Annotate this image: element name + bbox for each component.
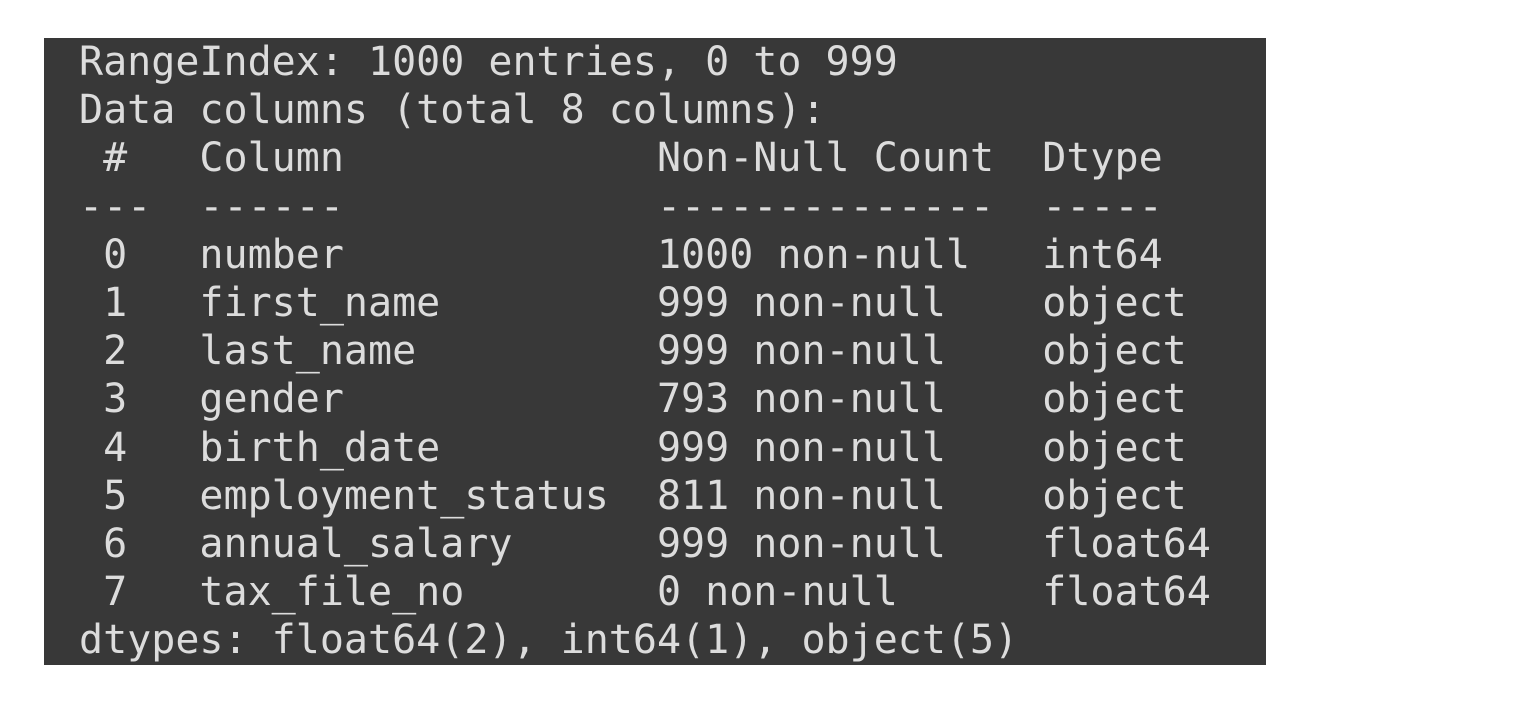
- row-column: employment_status: [199, 472, 609, 519]
- header-non-null: Non-Null Count: [656, 135, 995, 182]
- table-row: 3 gender 793 non-null object: [79, 375, 1266, 423]
- row-non-null: 999 non-null: [656, 279, 946, 326]
- row-non-null: 1000 non-null: [656, 231, 971, 278]
- row-column: birth_date: [199, 424, 441, 471]
- row-dtype: int64: [1042, 231, 1163, 278]
- table-row: 1 first_name 999 non-null object: [79, 279, 1266, 327]
- row-non-null: 999 non-null: [656, 328, 946, 375]
- row-column: number: [199, 231, 344, 278]
- row-non-null: 999 non-null: [656, 520, 946, 567]
- separator-column: ------: [199, 183, 344, 230]
- range-index-line: RangeIndex: 1000 entries, 0 to 999: [79, 39, 898, 85]
- table-row: 5 employment_status 811 non-null object: [79, 472, 1266, 520]
- row-column: first_name: [199, 279, 441, 326]
- row-column: last_name: [199, 328, 417, 375]
- table-row: 0 number 1000 non-null int64: [79, 231, 1266, 279]
- table-separator: --- ------ -------------- -----: [79, 183, 1266, 231]
- row-index: 4: [79, 424, 128, 471]
- row-index: 3: [79, 376, 128, 423]
- row-dtype: float64: [1042, 520, 1211, 567]
- table-row: 2 last_name 999 non-null object: [79, 327, 1266, 375]
- row-column: tax_file_no: [199, 569, 465, 616]
- row-non-null: 793 non-null: [656, 376, 946, 423]
- row-non-null: 811 non-null: [656, 472, 946, 519]
- table-header: # Column Non-Null Count Dtype: [79, 134, 1266, 182]
- row-column: annual_salary: [199, 520, 513, 567]
- row-index: 5: [79, 472, 128, 519]
- data-columns-line: Data columns (total 8 columns):: [79, 87, 826, 134]
- row-index: 7: [79, 569, 128, 616]
- row-dtype: object: [1042, 279, 1187, 326]
- table-row: 7 tax_file_no 0 non-null float64: [79, 568, 1266, 616]
- row-index: 0: [79, 231, 128, 278]
- separator-non-null: --------------: [656, 183, 995, 230]
- row-dtype: object: [1042, 376, 1187, 423]
- row-non-null: 0 non-null: [656, 569, 898, 616]
- separator-index: ---: [79, 183, 152, 230]
- row-index: 1: [79, 279, 128, 326]
- row-column: gender: [199, 376, 344, 423]
- row-dtype: object: [1042, 472, 1187, 519]
- row-index: 6: [79, 520, 128, 567]
- dataframe-info-output: RangeIndex: 1000 entries, 0 to 999 Data …: [44, 38, 1266, 665]
- row-dtype: object: [1042, 424, 1187, 471]
- row-dtype: float64: [1042, 569, 1211, 616]
- row-index: 2: [79, 328, 128, 375]
- table-row: 6 annual_salary 999 non-null float64: [79, 520, 1266, 568]
- header-dtype: Dtype: [1042, 135, 1163, 182]
- table-row: 4 birth_date 999 non-null object: [79, 424, 1266, 472]
- row-dtype: object: [1042, 328, 1187, 375]
- separator-dtype: -----: [1042, 183, 1163, 230]
- dtypes-summary-line: dtypes: float64(2), int64(1), object(5): [79, 617, 1019, 664]
- header-index: #: [79, 135, 128, 182]
- row-non-null: 999 non-null: [656, 424, 946, 471]
- header-column: Column: [199, 135, 344, 182]
